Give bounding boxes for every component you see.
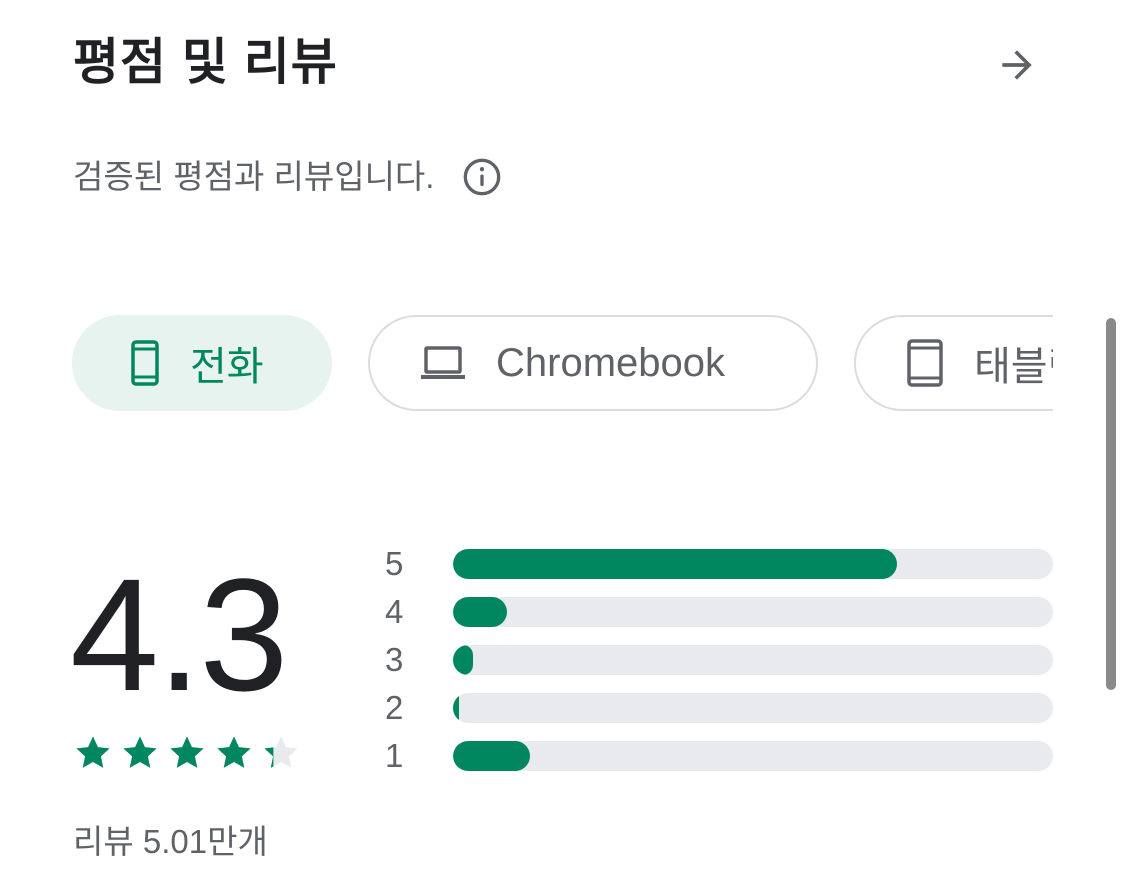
tab-tablet[interactable]: 태블릿: [854, 315, 1053, 411]
star-icon: [262, 733, 300, 773]
rating-bar-track: [453, 549, 1053, 579]
verified-note: 검증된 평점과 리뷰입니다.: [73, 152, 502, 202]
star-icon: [168, 733, 206, 773]
device-tabs: 전화 Chromebook 태블릿: [72, 315, 1053, 411]
rating-bar-row: 1: [380, 732, 1055, 780]
ratings-reviews-section: 평점 및 리뷰 검증된 평점과 리뷰입니다. 전화 Chromebook 태블 …: [0, 0, 1125, 885]
star-icon: [121, 733, 159, 773]
rating-bar-label: 2: [385, 689, 404, 726]
rating-bar-fill: [453, 741, 530, 771]
scrollbar[interactable]: [1106, 318, 1116, 690]
rating-bar-row: 4: [380, 588, 1055, 636]
rating-bar-label: 3: [385, 641, 404, 678]
see-all-reviews-button[interactable]: [988, 36, 1046, 94]
rating-bar-track: [453, 597, 1053, 627]
rating-bar-row: 2: [380, 684, 1055, 732]
rating-bar-label: 1: [385, 737, 404, 774]
info-icon: [464, 158, 501, 196]
verified-ratings-text: 검증된 평점과 리뷰입니다.: [73, 158, 435, 195]
arrow-right-icon: [1002, 50, 1032, 80]
star-icon: [215, 733, 253, 773]
section-title: 평점 및 리뷰: [73, 34, 338, 90]
tab-chromebook[interactable]: Chromebook: [368, 315, 818, 411]
rating-bar-label: 4: [385, 593, 404, 630]
rating-bar-row: 5: [380, 540, 1055, 588]
star-icon: [74, 733, 112, 773]
tab-phone[interactable]: 전화: [72, 315, 332, 411]
rating-bar-track: [453, 741, 1053, 771]
rating-bar-label: 5: [385, 545, 404, 582]
tablet-icon: [906, 339, 944, 387]
average-rating: 4.3: [70, 545, 288, 724]
rating-bar-fill: [453, 645, 473, 675]
rating-bar-fill: [453, 597, 507, 627]
tab-tablet-label: 태블릿: [974, 345, 1053, 389]
laptop-icon: [420, 345, 466, 381]
star-rating: [74, 733, 309, 775]
phone-icon: [130, 340, 160, 386]
rating-bar-fill: [453, 549, 897, 579]
tab-chromebook-label: Chromebook: [496, 340, 726, 385]
rating-distribution: 5 4 3 2 1: [380, 540, 1055, 780]
tab-phone-label: 전화: [190, 345, 264, 389]
rating-bar-row: 3: [380, 636, 1055, 684]
rating-bar-track: [453, 645, 1053, 675]
rating-bar-fill: [453, 693, 459, 723]
info-button[interactable]: [462, 157, 502, 197]
rating-bar-track: [453, 693, 1053, 723]
review-count: 리뷰 5.01만개: [73, 823, 268, 860]
